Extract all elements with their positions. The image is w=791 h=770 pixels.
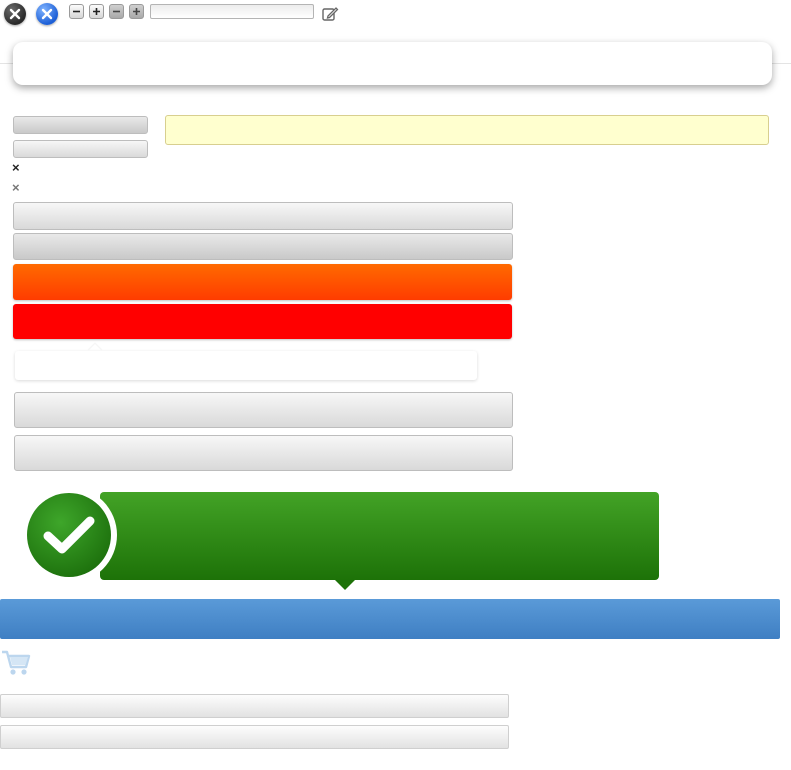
remove-icon[interactable]: × xyxy=(12,161,20,175)
success-badge-disc xyxy=(27,493,111,577)
wide-button-1[interactable] xyxy=(13,202,513,230)
minus-icon xyxy=(73,10,80,13)
cart-icon xyxy=(2,650,31,675)
edit-icon xyxy=(322,7,339,21)
large-button-1[interactable] xyxy=(14,392,513,428)
info-bar xyxy=(0,599,780,639)
red-danger-button[interactable] xyxy=(13,304,512,339)
check-icon xyxy=(43,516,95,554)
close-circle-blue-button[interactable] xyxy=(36,3,58,25)
minus-icon xyxy=(113,10,120,13)
success-banner xyxy=(100,492,659,580)
toolbar-text-input[interactable] xyxy=(150,4,314,19)
orange-action-button[interactable] xyxy=(13,264,512,300)
popup-panel xyxy=(13,42,772,85)
plus-icon xyxy=(93,8,100,15)
form-button-secondary[interactable] xyxy=(13,140,148,158)
edit-button[interactable] xyxy=(321,5,339,23)
close-icon xyxy=(41,8,53,20)
decrement-button-alt[interactable] xyxy=(109,4,124,19)
plus-icon xyxy=(133,8,140,15)
close-circle-dark-button[interactable] xyxy=(4,3,26,25)
bottom-button-2[interactable] xyxy=(0,725,509,749)
close-icon xyxy=(9,8,21,20)
large-button-2[interactable] xyxy=(14,435,513,471)
remove-icon-muted[interactable]: × xyxy=(12,181,20,195)
tooltip xyxy=(15,351,477,380)
cart-button[interactable] xyxy=(1,649,31,677)
increment-button[interactable] xyxy=(89,4,104,19)
bottom-button-1[interactable] xyxy=(0,694,509,718)
decrement-button[interactable] xyxy=(69,4,84,19)
highlighted-input[interactable] xyxy=(165,115,769,145)
success-banner-arrow xyxy=(334,579,356,590)
increment-button-alt[interactable] xyxy=(129,4,144,19)
form-button-primary[interactable] xyxy=(13,116,148,134)
success-badge xyxy=(21,487,117,583)
wide-button-2[interactable] xyxy=(13,233,513,260)
